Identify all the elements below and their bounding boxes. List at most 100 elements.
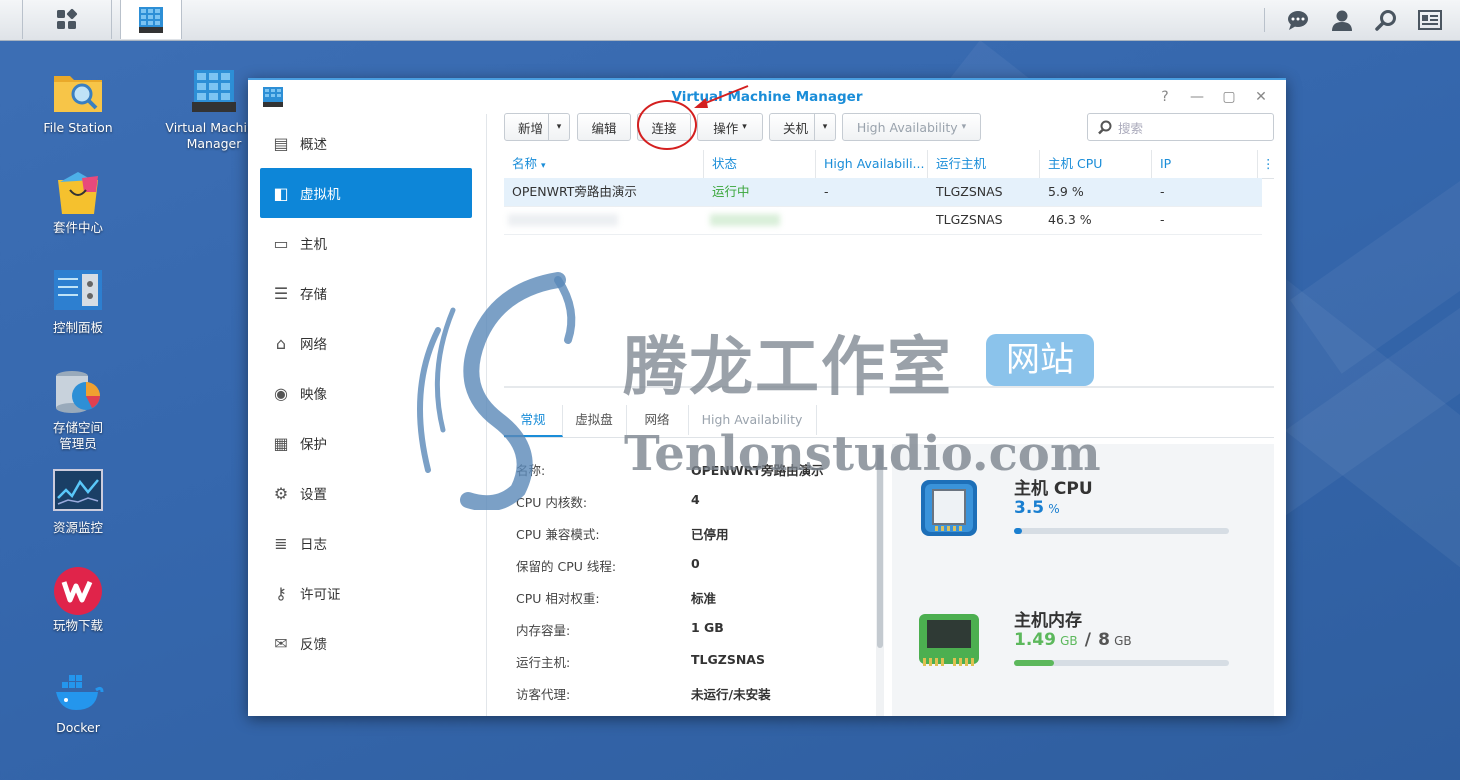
column-menu-icon[interactable]: ⋮ [1258,150,1274,178]
chevron-down-icon[interactable]: ▾ [548,114,569,140]
memory-progress-fill [1014,660,1054,666]
sidebar-item-network[interactable]: ⌂ 网络 [260,318,472,368]
desktop-icon-resource-monitor[interactable]: 资源监控 [23,468,133,536]
watermark-badge: 网站 [986,334,1094,386]
sort-down-icon: ▾ [541,161,546,171]
tab-high-availability[interactable]: High Availability [688,405,817,435]
main-menu-button[interactable] [22,0,112,39]
help-button[interactable]: ? [1152,86,1178,108]
desktop-icon-file-station[interactable]: File Station [23,68,133,136]
memory-separator: / [1084,630,1091,650]
sidebar-item-feedback[interactable]: ✉ 反馈 [260,618,472,668]
high-availability-button[interactable]: High Availability ▾ [842,113,981,141]
prop-value: 未运行/未安装 [691,687,771,702]
red-arrow-icon [694,85,749,108]
desktop-icon-docker[interactable]: Docker [23,668,133,736]
widgets-button[interactable] [1408,0,1452,39]
window-titlebar[interactable]: Virtual Machine Manager ? — ▢ ✕ [248,80,1286,114]
vmm-app-icon [192,70,236,112]
panel-splitter[interactable] [504,386,1274,388]
search-button[interactable] [1364,0,1408,39]
scrollbar-thumb[interactable] [877,448,883,648]
desktop-icon-storage-manager[interactable]: 存储空间管理员 [23,368,133,452]
cpu-progress-fill [1014,528,1022,534]
tab-virtual-disk[interactable]: 虚拟盘 [562,405,627,435]
license-icon: ⚷ [275,583,287,603]
table-row[interactable]: OPENWRT旁路由演示 运行中 - TLGZSNAS 5.9 % - [504,178,1262,207]
shutdown-label: 关机 [783,120,809,136]
column-header-status[interactable]: 状态 [704,150,816,178]
new-button[interactable]: 新增 ▾ [504,113,570,141]
desktop-icon-control-panel[interactable]: 控制面板 [23,268,133,336]
watermark-text: 腾龙工作室 [623,330,953,405]
sidebar-item-storage[interactable]: ☰ 存储 [260,268,472,318]
host-icon: ▭ [273,233,289,253]
desktop-icon-label: 玩物下载 [52,618,103,633]
desktop-icon-label: 资源监控 [52,520,103,535]
user-button[interactable] [1320,0,1364,39]
prop-value: 4 [691,492,700,507]
sidebar-item-license[interactable]: ⚷ 许可证 [260,568,472,618]
vm-name: OPENWRT旁路由演示 [512,184,637,199]
prop-label: CPU 兼容模式: [516,527,600,542]
host-stats-panel: 主机 CPU 3.5 % 主机内存 1.49 GB / 8 GB [892,444,1274,716]
prop-value: OPENWRT旁路由演示 [691,463,824,478]
properties-scrollbar[interactable] [876,444,884,716]
edit-button[interactable]: 编辑 [577,113,631,141]
settings-icon: ⚙ [273,483,289,503]
tab-network[interactable]: 网络 [626,405,689,435]
sidebar-item-label: 设置 [300,487,327,503]
action-label: 操作 [713,120,739,136]
memory-used: 1.49 [1014,630,1056,650]
column-header-cpu[interactable]: 主机 CPU [1040,150,1152,178]
log-icon: ≣ [274,533,288,553]
search-placeholder: 搜索 [1118,120,1144,136]
prop-label: 保留的 CPU 线程: [516,559,617,574]
sidebar-item-protection[interactable]: ▦ 保护 [260,418,472,468]
vm-host: TLGZSNAS [936,184,1003,199]
table-row[interactable]: TLGZSNAS 46.3 % - [504,206,1262,235]
docker-whale-icon [56,675,104,710]
sidebar: ▤ 概述 ◧ 虚拟机 ▭ 主机 ☰ 存储 ⌂ 网络 ◉ 映像 ▦ 保护 ⚙ 设置 ≣ 日志 ⚷ 许可… [248,114,487,716]
sidebar-item-label: 主机 [300,237,327,253]
sidebar-item-settings[interactable]: ⚙ 设置 [260,468,472,518]
shutdown-button[interactable]: 关机 ▾ [769,113,836,141]
tab-general[interactable]: 常规 [504,405,563,437]
column-header-name[interactable]: 名称 ▾ [504,150,704,178]
chat-button[interactable] [1276,0,1320,39]
sidebar-item-log[interactable]: ≣ 日志 [260,518,472,568]
taskbar-vmm-app[interactable] [120,0,182,39]
feedback-icon: ✉ [274,633,288,653]
sidebar-item-overview[interactable]: ▤ 概述 [260,118,472,168]
chevron-down-icon: ▾ [961,122,967,132]
vm-host: TLGZSNAS [936,212,1003,227]
prop-label: CPU 内核数: [516,495,588,510]
chevron-down-icon[interactable]: ▾ [814,114,835,140]
memory-progress-bar [1014,660,1229,666]
column-header-ha[interactable]: High Availabili... [816,150,928,178]
search-input[interactable]: 搜索 [1087,113,1274,141]
detail-tabs: 常规 虚拟盘 网络 High Availability [504,405,1274,438]
close-button[interactable]: ✕ [1248,86,1274,108]
maximize-button[interactable]: ▢ [1216,86,1242,108]
new-button-label: 新增 [518,120,544,136]
host-memory-value: 1.49 GB / 8 GB [1014,630,1132,650]
sidebar-item-image[interactable]: ◉ 映像 [260,368,472,418]
prop-label: CPU 相对权重: [516,591,600,606]
action-button[interactable]: 操作 ▾ [697,113,763,141]
storage-icon: ☰ [273,283,289,303]
desktop-icon-package-center[interactable]: 套件中心 [23,168,133,236]
prop-value: 已停用 [691,527,729,542]
sidebar-item-host[interactable]: ▭ 主机 [260,218,472,268]
sidebar-item-virtual-machine[interactable]: ◧ 虚拟机 [260,168,472,218]
vm-ip: - [1160,184,1165,199]
desktop-icon-download[interactable]: 玩物下载 [23,566,133,634]
column-header-ip[interactable]: IP [1152,150,1258,178]
blurred-vm-status [710,214,780,226]
desktop-icon-label: 套件中心 [52,220,103,235]
vm-cpu: 5.9 % [1048,184,1084,199]
column-header-host[interactable]: 运行主机 [928,150,1040,178]
minimize-button[interactable]: — [1184,86,1210,108]
blurred-vm-name [508,214,618,226]
host-cpu-title: 主机 CPU [1014,479,1093,499]
